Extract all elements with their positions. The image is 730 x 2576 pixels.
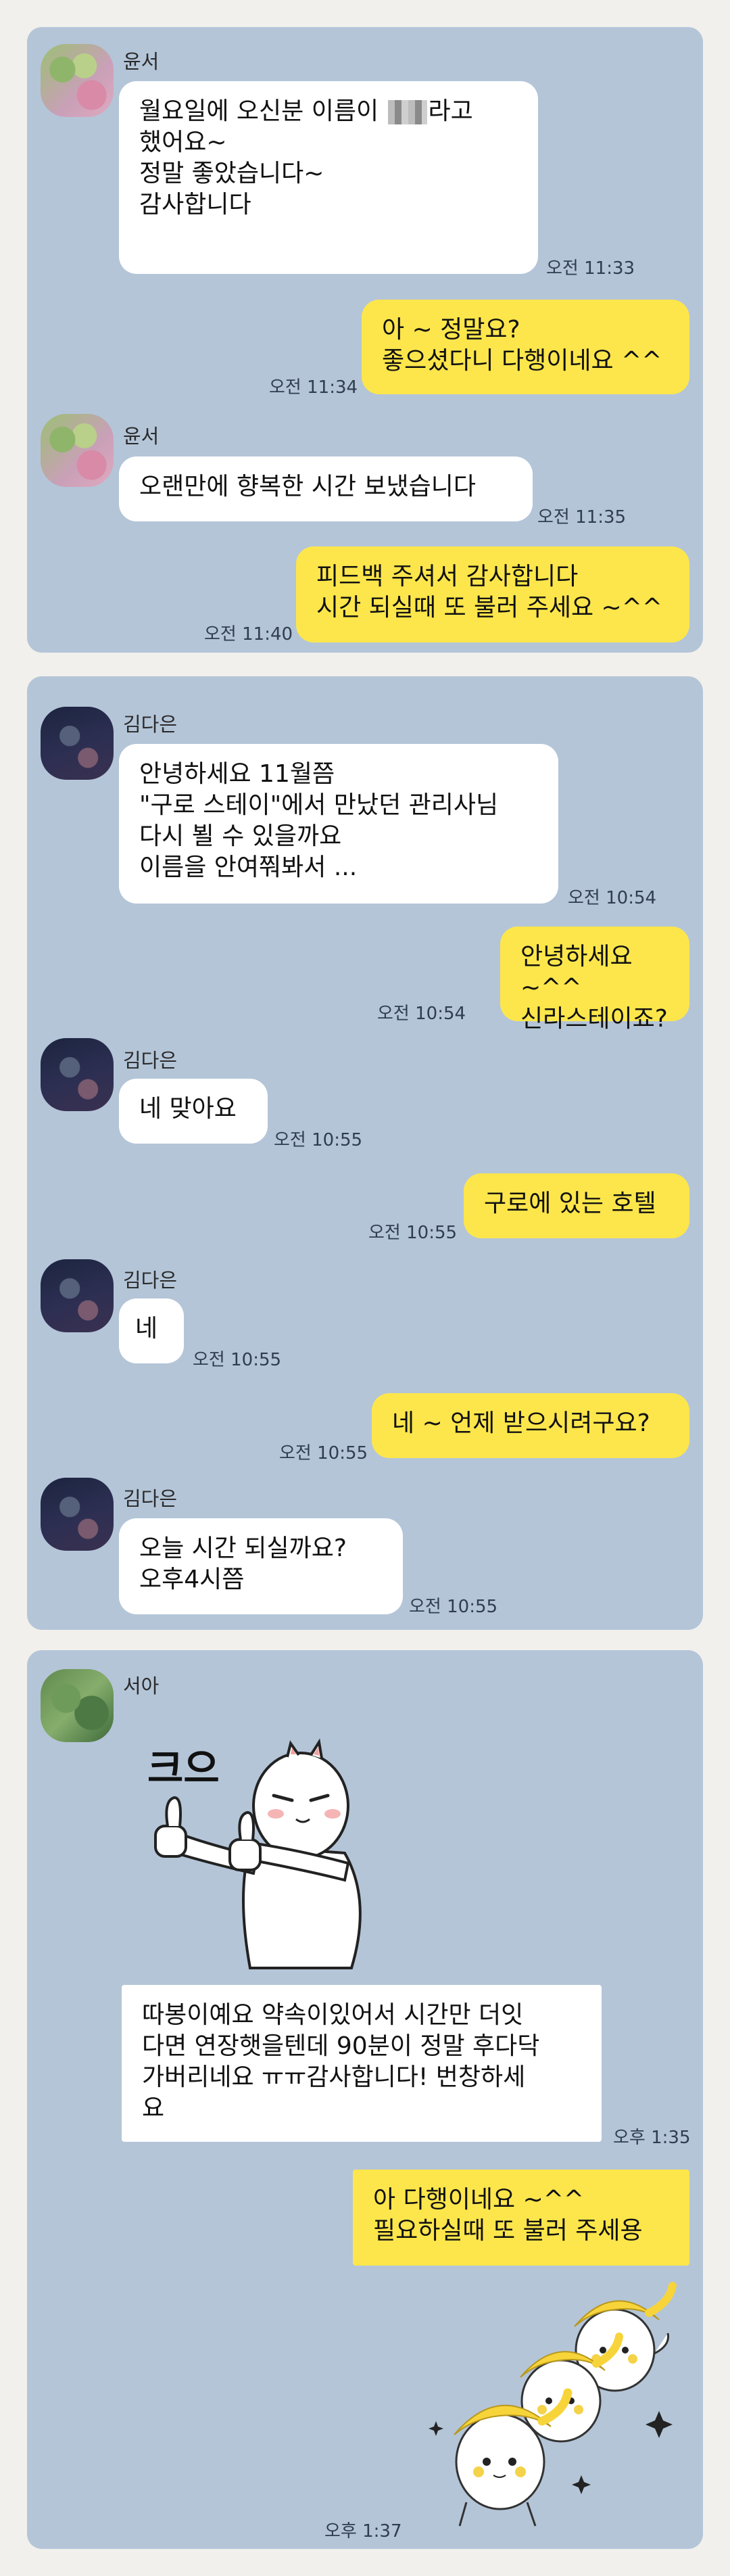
sender-name: 윤서 <box>123 50 160 73</box>
message-bubble[interactable]: 안녕하세요 11월쯤 "구로 스테이"에서 만났던 관리사님 다시 뵐 수 있을… <box>119 744 558 904</box>
my-message-bubble[interactable]: 안녕하세요 ~^^ 신라스테이죠? <box>500 927 689 1033</box>
avatar[interactable] <box>41 414 114 487</box>
timestamp: 오전 11:40 <box>204 624 293 645</box>
message-bubble[interactable]: 오랜만에 향복한 시간 보냈습니다 <box>119 456 533 521</box>
avatar[interactable] <box>41 707 114 780</box>
sender-name: 김다은 <box>123 1269 178 1292</box>
timestamp: 오후 1:37 <box>324 2521 402 2542</box>
avatar[interactable] <box>41 1669 114 1742</box>
message-bubble[interactable]: 따봉이예요 약속이있어서 시간만 더잇 다면 연장햇을텐데 90분이 정말 후다… <box>122 1985 602 2142</box>
timestamp: 오전 11:34 <box>269 377 358 398</box>
sender-name: 서아 <box>123 1675 160 1697</box>
blurred-name <box>387 100 427 124</box>
message-text: 월요일에 오신분 이름이 <box>139 97 387 125</box>
timestamp: 오전 10:54 <box>377 1004 466 1024</box>
my-message-bubble[interactable]: 아 ~ 정말요? 좋으셨다니 다행이네요 ^^ <box>362 300 689 394</box>
my-message-bubble[interactable]: 아 다행이네요 ~^^ 필요하실때 또 불러 주세용 <box>353 2170 689 2266</box>
chat-panel-3: 서아 크으 따봉이예요 약속이있어서 시간만 더잇 다면 연장햇을텐데 90분이… <box>27 1650 703 2549</box>
message-bubble[interactable]: 네 <box>119 1298 184 1363</box>
sender-name: 김다은 <box>123 1487 178 1510</box>
banana-characters-illustration <box>429 2282 677 2527</box>
my-message-bubble[interactable]: 구로에 있는 호텔 <box>464 1173 689 1238</box>
timestamp: 오전 10:55 <box>274 1130 363 1150</box>
message-bubble[interactable]: 네 맞아요 <box>119 1079 268 1144</box>
sender-name: 김다은 <box>123 1049 178 1072</box>
timestamp: 오전 10:55 <box>279 1443 368 1463</box>
my-message-bubble[interactable]: 네 ~ 언제 받으시려구요? <box>372 1393 689 1458</box>
message-bubble[interactable]: 월요일에 오신분 이름이 라고 했어요~ 정말 좋았습니다~ 감사합니다 <box>119 81 538 274</box>
my-message-bubble[interactable]: 피드백 주셔서 감사합니다 시간 되실때 또 불러 주세요 ~^^ <box>296 546 689 642</box>
message-bubble[interactable]: 오늘 시간 되실까요? 오후4시쯤 <box>119 1518 403 1614</box>
timestamp: 오전 10:55 <box>193 1350 282 1370</box>
chat-panel-2: 김다은 안녕하세요 11월쯤 "구로 스테이"에서 만났던 관리사님 다시 뵐 … <box>27 676 703 1630</box>
chat-panel-1: 윤서 월요일에 오신분 이름이 라고 했어요~ 정말 좋았습니다~ 감사합니다 … <box>27 27 703 653</box>
timestamp: 오전 11:35 <box>537 507 627 528</box>
avatar[interactable] <box>41 1259 114 1332</box>
timestamp: 오전 10:55 <box>409 1597 498 1617</box>
sticker-text: 크으 <box>147 1746 220 1792</box>
timestamp: 오전 11:33 <box>546 258 635 279</box>
avatar[interactable] <box>41 1038 114 1111</box>
banana-hat-characters-sticker[interactable] <box>419 2272 689 2533</box>
sender-name: 윤서 <box>123 425 160 448</box>
timestamp: 오전 10:54 <box>568 888 657 908</box>
avatar[interactable] <box>41 44 114 117</box>
timestamp: 오전 10:55 <box>368 1223 458 1243</box>
sender-name: 김다은 <box>123 713 178 736</box>
avatar[interactable] <box>41 1478 114 1551</box>
timestamp: 오후 1:35 <box>613 2128 691 2148</box>
thumbs-up-cat-sticker[interactable]: 크으 <box>122 1725 419 1982</box>
